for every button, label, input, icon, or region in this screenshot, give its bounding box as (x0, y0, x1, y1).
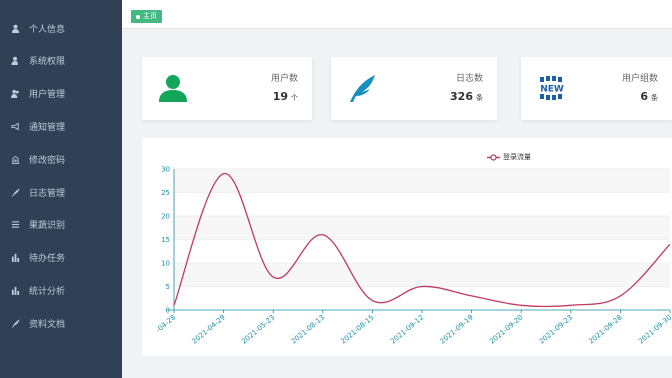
y-tick-label: 10 (161, 260, 170, 268)
y-tick-label: 5 (166, 283, 170, 291)
grid-band (174, 263, 670, 287)
x-tick-label: 2021-09-19 (439, 313, 475, 345)
x-tick-label: 2021-04-29 (191, 313, 227, 345)
x-tick-label: 2021-05-23 (240, 313, 276, 345)
grid-band (174, 169, 670, 193)
x-tick-label: 2021-09-30 (637, 313, 672, 345)
y-tick-label: 25 (161, 189, 170, 197)
x-tick-label: 2021-08-15 (339, 313, 375, 345)
x-tick-label: 2021-09-28 (587, 313, 623, 345)
login-traffic-chart: 0 5 10 15 20 25 30 -04-28 2021-04-29 2021-05-23 20… (155, 166, 672, 346)
x-tick-label: 2021-09-20 (488, 313, 524, 345)
x-tick-label: 2021-09-23 (538, 313, 574, 345)
y-tick-label: 20 (161, 213, 170, 221)
y-tick-label: 15 (161, 236, 170, 244)
x-tick-label: 2021-08-13 (290, 313, 326, 345)
y-tick-label: 0 (166, 307, 170, 315)
x-tick-label: 2021-09-12 (389, 313, 425, 345)
x-tick-label: -04-28 (155, 313, 178, 334)
y-tick-label: 30 (161, 166, 170, 174)
